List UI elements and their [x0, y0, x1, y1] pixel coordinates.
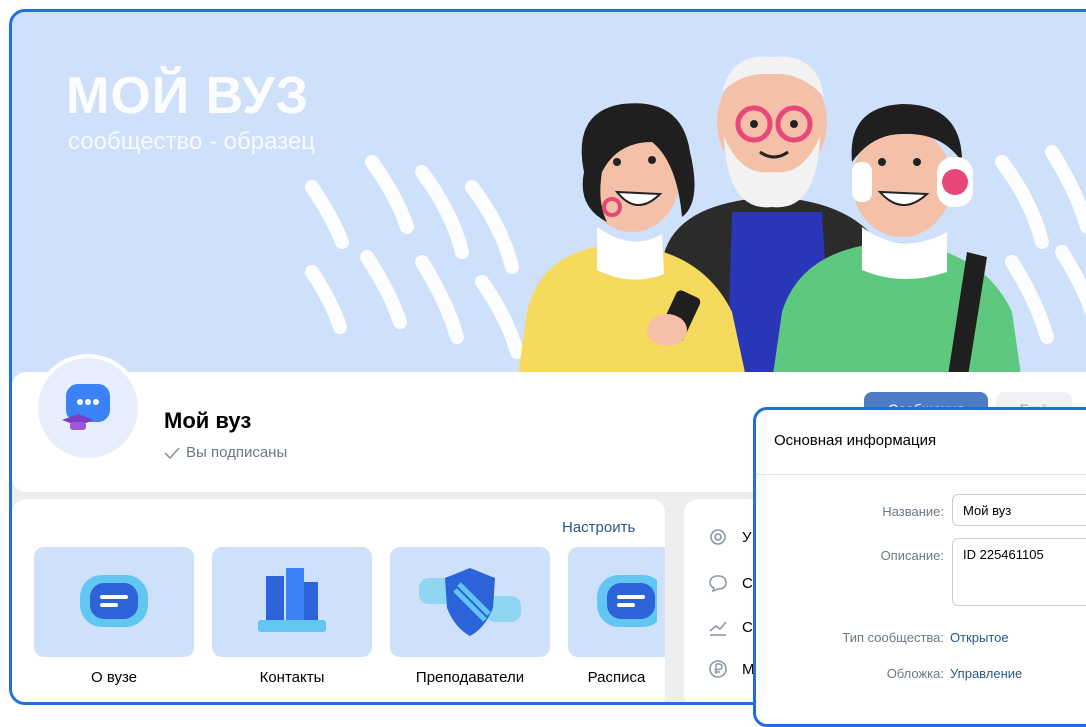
- community-name: Мой вуз: [164, 408, 252, 433]
- menu-item-stats[interactable]: С: [708, 617, 753, 637]
- app-label-contacts: Контакты: [259, 669, 325, 686]
- app-icon-wrap: [390, 547, 550, 657]
- menu-item-manage[interactable]: У: [708, 527, 752, 547]
- megaphone-icon: [720, 701, 721, 702]
- chat-bubble-icon: [596, 575, 657, 627]
- laptop-building-icon: [258, 568, 326, 632]
- stats-icon: [709, 621, 727, 636]
- gear-icon: [710, 529, 726, 545]
- menu-item-label: Р: [742, 701, 752, 703]
- community-cover: МОЙ ВУЗ сообщество - образец: [12, 12, 1086, 382]
- app-tile-schedule[interactable]: Расписа: [568, 547, 665, 702]
- app-label-teachers: Преподаватели: [415, 669, 525, 686]
- configure-link[interactable]: Настроить: [562, 519, 635, 536]
- ruble-icon: [709, 660, 727, 678]
- community-side-menu: У С С М Р: [684, 499, 764, 703]
- comment-icon: [709, 575, 727, 593]
- menu-item-messages[interactable]: С: [708, 573, 753, 593]
- app-icon-wrap: [212, 547, 372, 657]
- basic-info-panel: Основная информация Название: Мой вуз Оп…: [753, 407, 1086, 727]
- chat-bubble-icon: [80, 575, 148, 627]
- community-apps-card: Настроить О вузе Контакты Преподаватели …: [12, 499, 665, 702]
- app-label-about: О вузе: [90, 669, 138, 686]
- subscription-status[interactable]: Вы подписаны: [164, 444, 287, 461]
- chat-graduation-icon: [62, 384, 110, 430]
- cover-label: Обложка:: [886, 666, 944, 681]
- menu-item-monetization[interactable]: М: [708, 659, 755, 679]
- app-tile-contacts[interactable]: Контакты: [212, 547, 372, 702]
- app-icon-wrap: [34, 547, 194, 657]
- app-tile-about[interactable]: О вузе: [34, 547, 194, 702]
- menu-item-label: С: [742, 618, 753, 636]
- checkmark-icon: [164, 446, 180, 459]
- name-field[interactable]: Мой вуз: [952, 494, 1086, 526]
- app-tile-teachers[interactable]: Преподаватели: [390, 547, 550, 702]
- menu-item-label: У: [742, 528, 752, 546]
- divider: [756, 474, 1086, 475]
- menu-item-ads[interactable]: Р: [708, 699, 752, 703]
- basic-info-title: Основная информация: [774, 432, 937, 449]
- community-type-label: Тип сообщества:: [842, 630, 944, 645]
- description-label: Описание:: [880, 548, 944, 563]
- community-avatar[interactable]: [34, 354, 142, 462]
- community-type-link[interactable]: Открытое: [950, 630, 1009, 645]
- menu-item-label: С: [742, 574, 753, 592]
- cover-manage-link[interactable]: Управление: [950, 666, 1022, 681]
- shield-icon: [419, 568, 521, 636]
- app-icon-wrap: [568, 547, 665, 657]
- cover-illustration: [305, 56, 1086, 382]
- name-label: Название:: [882, 504, 944, 519]
- app-label-schedule: Расписа: [587, 669, 646, 686]
- subscription-status-label: Вы подписаны: [186, 444, 288, 461]
- description-field[interactable]: ID 225461105: [952, 538, 1086, 606]
